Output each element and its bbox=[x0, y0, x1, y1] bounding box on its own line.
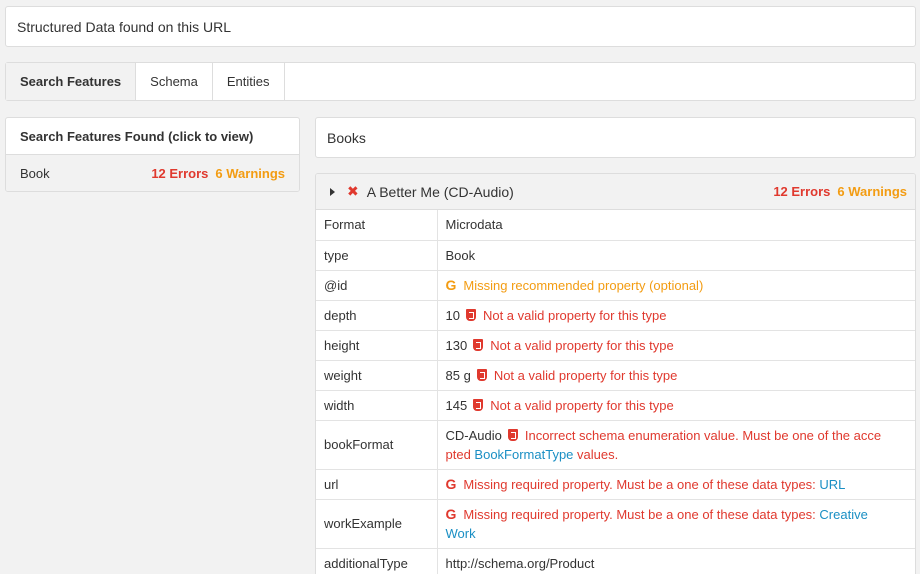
search-features-heading: Search Features Found (click to view) bbox=[6, 118, 299, 155]
property-value: http://schema.org/Product bbox=[437, 548, 915, 574]
value-text: 85 g bbox=[445, 367, 471, 383]
entity-title: A Better Me (CD-Audio) bbox=[366, 183, 514, 200]
error-message: pted bbox=[445, 446, 475, 462]
caret-right-icon[interactable] bbox=[330, 187, 335, 196]
property-key: Format bbox=[316, 210, 438, 241]
property-key: width bbox=[316, 390, 438, 421]
value-text: 10 bbox=[445, 307, 460, 323]
html5-icon bbox=[465, 308, 476, 321]
table-row: Format Microdata bbox=[316, 210, 915, 241]
error-message: Not a valid property for this type bbox=[493, 367, 678, 383]
tab-label: Search Features bbox=[20, 74, 122, 89]
creative-work-type-link[interactable]: Work bbox=[446, 526, 476, 541]
value-text: http://schema.org/Product bbox=[445, 555, 595, 571]
property-value: 10 Not a valid property for this type bbox=[437, 300, 915, 331]
table-row: @id G Missing recommended property (optio… bbox=[316, 270, 915, 301]
error-x-icon: ✖ bbox=[347, 183, 359, 199]
property-value: CD-Audio Incorrect schema enumeration val… bbox=[437, 420, 915, 470]
value-text: CD-Audio bbox=[445, 427, 502, 443]
error-message: Not a valid property for this type bbox=[482, 307, 667, 323]
property-value: Book bbox=[437, 240, 915, 271]
tab-label: Schema bbox=[150, 74, 198, 89]
entity-detail-panel: ✖ A Better Me (CD-Audio) 12 Errors 6 War… bbox=[315, 173, 916, 574]
search-features-panel: Search Features Found (click to view) Bo… bbox=[5, 117, 300, 192]
value-text: Microdata bbox=[445, 217, 503, 233]
error-message: Not a valid property for this type bbox=[490, 337, 674, 353]
warning-count: 6 Warnings bbox=[215, 166, 285, 181]
property-value: 130 Not a valid property for this type bbox=[437, 330, 915, 361]
html5-icon bbox=[476, 368, 487, 381]
feature-title: Books bbox=[327, 129, 366, 146]
property-key: url bbox=[316, 469, 438, 500]
table-row: weight 85 g Not a valid property for this… bbox=[316, 360, 915, 391]
error-message: values. bbox=[573, 446, 619, 462]
property-key: depth bbox=[316, 300, 438, 331]
tab-schema[interactable]: Schema bbox=[136, 63, 213, 100]
feature-title-box: Books bbox=[315, 117, 916, 158]
html5-icon bbox=[473, 338, 484, 351]
feature-item-label: Book bbox=[20, 166, 50, 181]
table-row: workExample G Missing required property. … bbox=[316, 499, 915, 549]
property-key: workExample bbox=[316, 499, 438, 549]
tab-search-features[interactable]: Search Features bbox=[6, 63, 137, 100]
page-heading: Structured Data found on this URL bbox=[5, 6, 916, 47]
table-row: depth 10 Not a valid property for this ty… bbox=[316, 300, 915, 331]
book-format-type-link[interactable]: BookFormatType bbox=[474, 447, 573, 462]
error-message: Missing required property. Must be a one… bbox=[463, 506, 820, 522]
value-text: Book bbox=[445, 247, 476, 263]
table-row: bookFormat CD-Audio Incorrect schema enum… bbox=[316, 420, 915, 470]
tab-entities[interactable]: Entities bbox=[213, 63, 285, 100]
google-icon: G bbox=[445, 505, 457, 522]
page-heading-text: Structured Data found on this URL bbox=[17, 18, 232, 35]
tab-bar: Search Features Schema Entities bbox=[5, 62, 916, 101]
table-row: url G Missing required property. Must be … bbox=[316, 469, 915, 500]
table-row: height 130 Not a valid property for this … bbox=[316, 330, 915, 361]
property-value: G Missing required property. Must be a on… bbox=[437, 499, 915, 549]
properties-table: Format Microdata type Book @id G Missing … bbox=[316, 210, 915, 574]
error-message: Missing required property. Must be a one… bbox=[463, 476, 820, 492]
error-message: Not a valid property for this type bbox=[490, 397, 674, 413]
error-count: 12 Errors bbox=[773, 184, 831, 199]
url-type-link[interactable]: URL bbox=[819, 477, 845, 492]
table-row: type Book bbox=[316, 240, 915, 271]
html5-icon bbox=[473, 398, 484, 411]
table-row: additionalType http://schema.org/Product bbox=[316, 548, 915, 574]
property-value: G Missing recommended property (optional) bbox=[437, 270, 915, 301]
property-value: 85 g Not a valid property for this type bbox=[437, 360, 915, 391]
property-key: type bbox=[316, 240, 438, 271]
property-key: @id bbox=[316, 270, 438, 301]
tab-label: Entities bbox=[226, 74, 270, 89]
error-message: Incorrect schema enumeration value. Must… bbox=[524, 427, 882, 443]
property-key: height bbox=[316, 330, 438, 361]
value-text: 145 bbox=[445, 397, 468, 413]
warning-count: 6 Warnings bbox=[837, 184, 907, 199]
creative-work-type-link[interactable]: Creative bbox=[819, 507, 867, 522]
property-value: Microdata bbox=[437, 210, 915, 241]
property-value: G Missing required property. Must be a on… bbox=[437, 469, 915, 500]
error-count: 12 Errors bbox=[151, 166, 209, 181]
google-icon: G bbox=[445, 475, 457, 492]
table-row: width 145 Not a valid property for this t… bbox=[316, 390, 915, 421]
html5-icon bbox=[507, 428, 518, 441]
property-key: weight bbox=[316, 360, 438, 391]
feature-item-book[interactable]: Book 12 Errors 6 Warnings bbox=[6, 155, 299, 191]
value-text: 130 bbox=[445, 337, 468, 353]
warning-message: Missing recommended property (optional) bbox=[463, 277, 704, 293]
google-icon: G bbox=[445, 276, 457, 293]
property-key: bookFormat bbox=[316, 420, 438, 470]
property-key: additionalType bbox=[316, 548, 438, 574]
entity-header[interactable]: ✖ A Better Me (CD-Audio) 12 Errors 6 War… bbox=[316, 174, 915, 210]
property-value: 145 Not a valid property for this type bbox=[437, 390, 915, 421]
